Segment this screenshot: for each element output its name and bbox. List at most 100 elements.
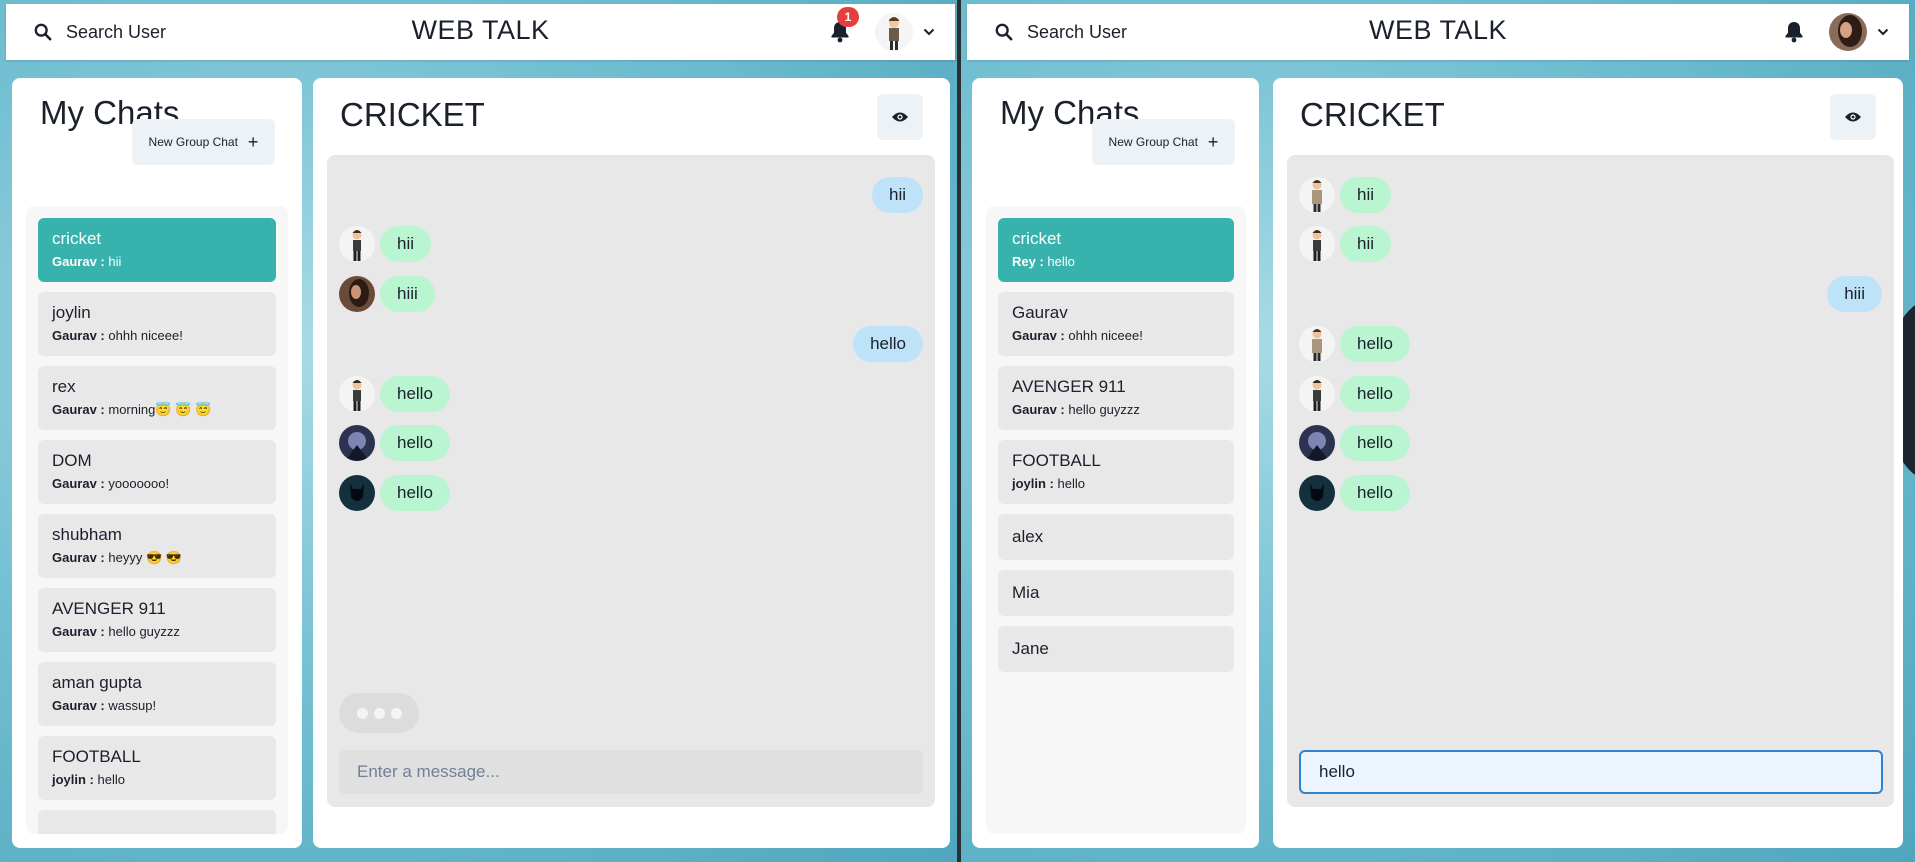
message-bubble: hiii	[380, 276, 435, 312]
top-bar: Search User WEB TALK 1	[6, 4, 955, 60]
chat-item-mia[interactable]: Mia	[998, 570, 1234, 616]
message-row: hello	[1299, 474, 1882, 512]
chat-name: rex	[52, 377, 76, 396]
search-user-label: Search User	[1027, 21, 1128, 42]
chat-item-dom[interactable]: DOM Gaurav : yooooooo!	[38, 440, 276, 504]
chat-item-rex[interactable]: rex Gaurav : morning😇 😇 😇	[38, 366, 276, 430]
message-bubble: hello	[380, 425, 450, 461]
message-input[interactable]	[1299, 750, 1883, 794]
chevron-down-icon	[1877, 28, 1889, 36]
avatar	[1299, 226, 1335, 262]
chat-name: Jane	[1012, 639, 1049, 658]
chat-name: Gaurav	[1012, 303, 1068, 322]
search-icon	[995, 23, 1013, 41]
chat-last-message: Gaurav : yooooooo!	[52, 476, 170, 491]
notification-badge: 1	[837, 7, 859, 27]
chat-list[interactable]: cricket Gaurav : hii joylin Gaurav : ohhh …	[26, 206, 288, 834]
new-group-chat-label: New Group Chat	[1108, 135, 1198, 149]
avatar	[339, 226, 375, 262]
app-title: WEB TALK	[1368, 15, 1508, 45]
chat-name: cricket	[1012, 229, 1062, 248]
chat-name: shubham	[52, 525, 122, 544]
search-user-button[interactable]: Search User	[995, 22, 1127, 43]
message-bubble: hello	[1340, 326, 1410, 362]
chat-item-football[interactable]: FOOTBALL joylin : hello	[998, 440, 1234, 504]
typing-indicator	[339, 693, 419, 733]
chat-window: CRICKET hii hii hiii hello hello hello h…	[1273, 78, 1903, 848]
avatar	[339, 475, 375, 511]
chat-name: aman gupta	[52, 673, 142, 692]
chat-item-avenger-911[interactable]: AVENGER 911 Gaurav : hello guyzzz	[998, 366, 1234, 430]
chat-last-message: Gaurav : morning😇 😇 😇	[52, 402, 212, 417]
message-row: hello	[339, 474, 923, 512]
chevron-down-icon	[923, 28, 935, 36]
chat-list[interactable]: cricket Rey : hello Gaurav Gaurav : ohhh n…	[986, 206, 1246, 834]
view-group-button[interactable]	[877, 94, 923, 140]
message-bubble: hello	[1340, 425, 1410, 461]
my-chats-panel: My Chats New Group Chat + cricket Gaurav :…	[12, 78, 302, 848]
view-group-button[interactable]	[1830, 94, 1876, 140]
chat-item-cricket[interactable]: cricket Rey : hello	[998, 218, 1234, 282]
message-row: hii	[1299, 225, 1882, 263]
message-area[interactable]: hii hii hiii hello hello hello hello	[327, 155, 935, 807]
chat-last-message: Gaurav : hii	[52, 254, 122, 269]
chat-item-gaurav[interactable]: Gaurav Gaurav : ohhh niceee!	[998, 292, 1234, 356]
message-bubble: hii	[380, 226, 432, 262]
chat-last-message: Gaurav : heyyy 😎 😎	[52, 550, 182, 565]
plus-icon: +	[1207, 132, 1219, 152]
avatar	[1829, 13, 1867, 51]
chat-name: Mia	[1012, 583, 1040, 602]
right-window: Search User WEB TALK My Chats New Group …	[961, 0, 1915, 862]
top-bar: Search User WEB TALK	[967, 4, 1909, 60]
chat-last-message: Gaurav : wassup!	[52, 698, 157, 713]
message-bubble: hii	[1340, 177, 1392, 213]
chat-item-shubham[interactable]: shubham Gaurav : heyyy 😎 😎	[38, 514, 276, 578]
message-row: hiii	[1299, 275, 1882, 313]
app-title: WEB TALK	[411, 15, 550, 45]
avatar	[1299, 475, 1335, 511]
message-row: hello	[339, 375, 923, 413]
chat-item-aman-gupta[interactable]: aman gupta Gaurav : wassup!	[38, 662, 276, 726]
message-row: hello	[1299, 424, 1882, 462]
message-bubble: hello	[380, 376, 450, 412]
chat-name: DOM	[52, 451, 92, 470]
message-area[interactable]: hii hii hiii hello hello hello hello	[1287, 155, 1894, 807]
message-bubble: hiii	[1827, 276, 1882, 312]
chat-item-football[interactable]: FOOTBALL joylin : hello	[38, 736, 276, 800]
message-row: hiii	[339, 275, 923, 313]
chat-item-partial[interactable]	[38, 810, 276, 834]
search-user-label: Search User	[66, 21, 167, 42]
profile-menu-button[interactable]	[1829, 13, 1889, 51]
avatar	[875, 13, 913, 51]
avatar	[339, 376, 375, 412]
chat-last-message: joylin : hello	[1012, 476, 1085, 491]
message-input[interactable]	[339, 750, 923, 794]
message-row: hello	[339, 325, 923, 363]
chat-item-avenger-911[interactable]: AVENGER 911 Gaurav : hello guyzzz	[38, 588, 276, 652]
message-bubble: hello	[1340, 376, 1410, 412]
chat-item-cricket[interactable]: cricket Gaurav : hii	[38, 218, 276, 282]
chat-name: joylin	[52, 303, 91, 322]
message-row: hello	[1299, 325, 1882, 363]
message-row: hii	[1299, 176, 1882, 214]
profile-menu-button[interactable]	[875, 13, 935, 51]
message-bubble: hii	[871, 177, 923, 213]
new-group-chat-button[interactable]: New Group Chat +	[132, 119, 275, 165]
chat-window: CRICKET hii hii hiii hello hello hello h…	[313, 78, 950, 848]
chat-item-jane[interactable]: Jane	[998, 626, 1234, 672]
eye-icon	[1845, 112, 1861, 122]
chat-last-message: Gaurav : ohhh niceee!	[1012, 328, 1143, 343]
chat-item-alex[interactable]: alex	[998, 514, 1234, 560]
new-group-chat-button[interactable]: New Group Chat +	[1092, 119, 1235, 165]
message-bubble: hello	[853, 326, 923, 362]
chat-last-message: joylin : hello	[52, 772, 125, 787]
chat-title: CRICKET	[340, 96, 485, 133]
avatar	[339, 276, 375, 312]
search-user-button[interactable]: Search User	[34, 22, 166, 43]
notification-button[interactable]	[1781, 19, 1807, 45]
chat-item-joylin[interactable]: joylin Gaurav : ohhh niceee!	[38, 292, 276, 356]
chat-last-message: Gaurav : hello guyzzz	[52, 624, 180, 639]
avatar	[1299, 376, 1335, 412]
notification-button[interactable]: 1	[827, 7, 859, 45]
search-icon	[34, 23, 52, 41]
